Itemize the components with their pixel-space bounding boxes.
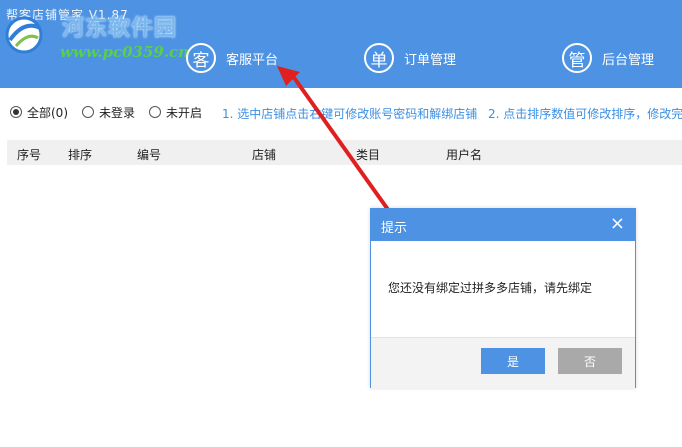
nav-backend-management[interactable]: 管 后台管理 xyxy=(562,41,654,75)
column-header-id[interactable]: 编号 xyxy=(137,146,161,163)
column-header-store[interactable]: 店铺 xyxy=(252,146,276,163)
column-header-username[interactable]: 用户名 xyxy=(446,146,482,163)
column-header-sort[interactable]: 排序 xyxy=(68,146,92,163)
filter-not-enabled-radio[interactable]: 未开启 xyxy=(149,104,202,121)
dialog-body: 您还没有绑定过拼多多店铺，请先绑定 xyxy=(371,241,635,338)
hint-right-click: 1. 选中店铺点击右键可修改账号密码和解绑店铺 xyxy=(222,107,478,121)
nav-label-backend-management: 后台管理 xyxy=(602,52,655,68)
watermark-text: 河东软件园 xyxy=(62,16,178,41)
filter-not-logged-in-radio[interactable]: 未登录 xyxy=(82,104,135,121)
watermark-url: www.pc0359.cn xyxy=(60,43,190,61)
radio-unchecked-icon xyxy=(149,106,162,118)
filter-not-logged-in-label: 未登录 xyxy=(99,105,136,120)
dialog-title-bar: 提示 × xyxy=(371,209,635,241)
nav-customer-service[interactable]: 客 客服平台 xyxy=(186,41,278,75)
nav-order-management[interactable]: 单 订单管理 xyxy=(364,41,456,75)
nav-label-customer-service: 客服平台 xyxy=(226,52,279,68)
filter-all-radio[interactable]: 全部(0) xyxy=(10,104,68,121)
prompt-dialog: 提示 × 您还没有绑定过拼多多店铺，请先绑定 是 否 xyxy=(370,208,636,388)
filter-all-label: 全部(0) xyxy=(27,105,68,120)
customer-service-icon: 客 xyxy=(186,43,216,73)
column-header-category[interactable]: 类目 xyxy=(356,146,380,163)
nav-label-order-management: 订单管理 xyxy=(404,52,457,68)
no-button[interactable]: 否 xyxy=(558,348,622,374)
top-header: 帮客店铺管家 V1.87 河东软件园 www.pc0359.cn 客 客服平台 … xyxy=(0,0,682,88)
dialog-message: 您还没有绑定过拼多多店铺，请先绑定 xyxy=(388,281,593,295)
filter-not-enabled-label: 未开启 xyxy=(166,105,203,120)
store-status-filter: 全部(0) 未登录 未开启 xyxy=(10,104,216,120)
manage-icon: 管 xyxy=(562,43,592,73)
yes-button[interactable]: 是 xyxy=(481,348,545,374)
order-icon: 单 xyxy=(364,43,394,73)
dialog-title: 提示 xyxy=(381,221,408,236)
dialog-footer: 是 否 xyxy=(371,338,635,388)
close-icon[interactable]: × xyxy=(610,215,625,233)
watermark-logo-icon xyxy=(5,16,43,54)
hint-sort: 2. 点击排序数值可修改排序，修改完 xyxy=(488,107,682,121)
store-table-header: 序号 排序 编号 店铺 类目 用户名 xyxy=(7,140,682,165)
radio-unchecked-icon xyxy=(82,106,94,118)
radio-checked-icon xyxy=(10,106,22,118)
column-header-index[interactable]: 序号 xyxy=(17,146,41,163)
